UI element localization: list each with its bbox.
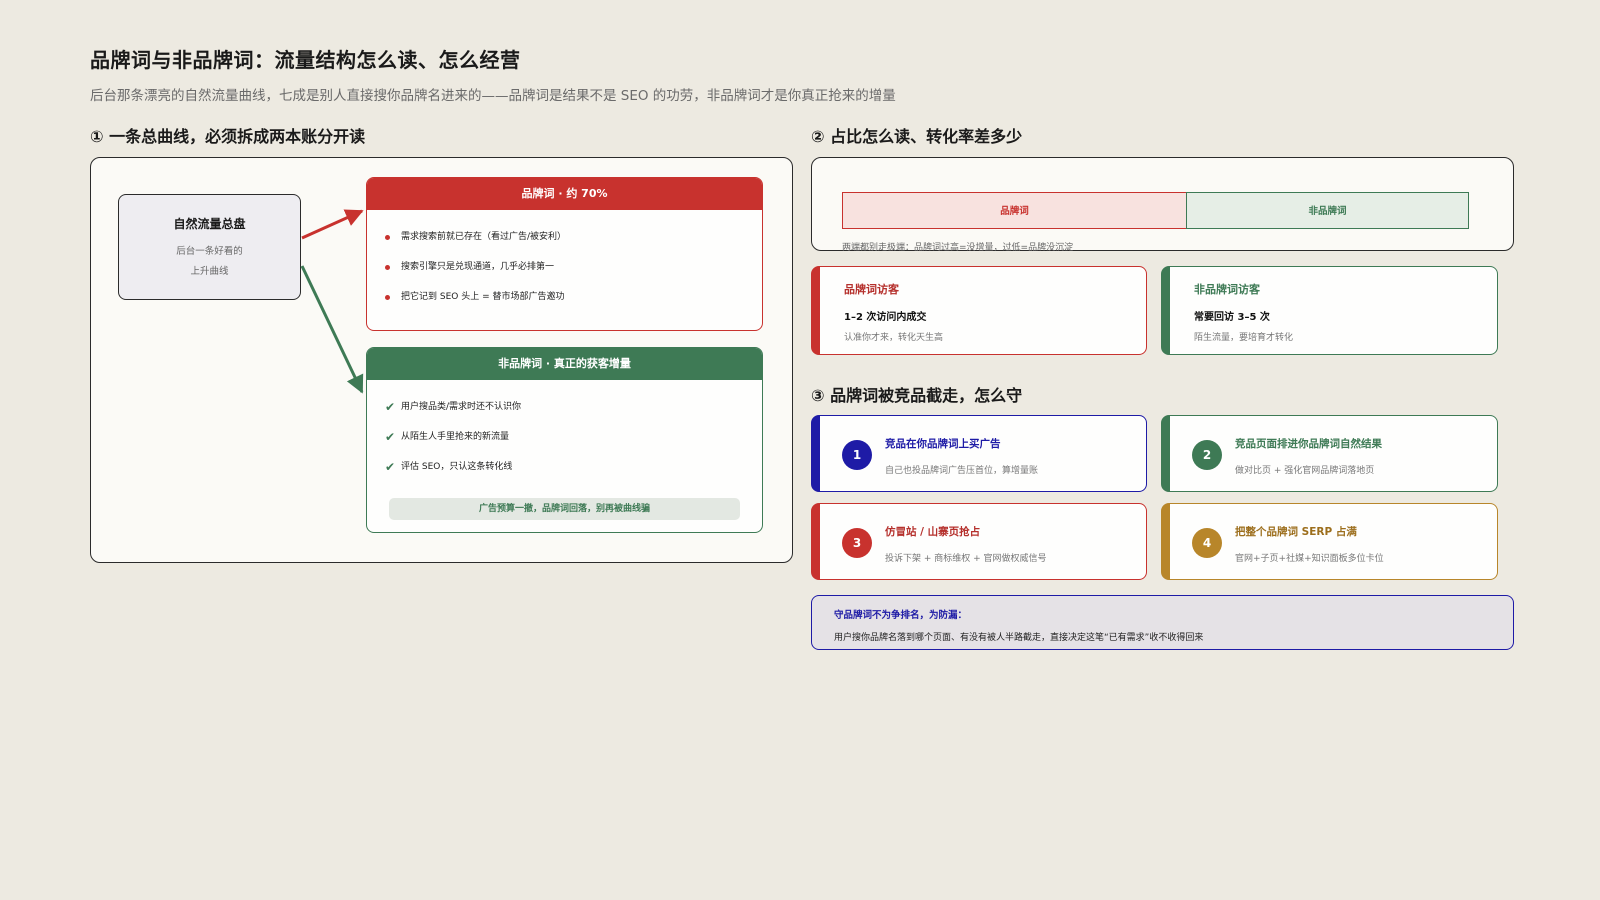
ratio-bar-brand: 品牌词 [842,192,1187,229]
list-item: ✔ 用户搜品类/需求时还不认识你 [385,392,762,422]
summary-text: 用户搜你品牌名落到哪个页面、有没有被人半路截走，直接决定这笔“已有需求”收不收得… [834,633,1204,643]
summary-box: 守品牌词不为争排名，为防漏： 用户搜你品牌名落到哪个页面、有没有被人半路截走，直… [811,595,1514,650]
check-icon: ✔ [385,400,396,414]
list-item: 搜索引擎只是兑现通道，几乎必排第一 [385,252,762,282]
nonbrand-visitor-desc: 陌生流量，要培育才转化 [1194,333,1294,343]
defense-desc: 官网+子页+社媒+知识面板多位卡位 [1235,554,1384,564]
defense-title: 竞品在你品牌词上买广告 [885,438,1001,450]
defense-title: 仿冒站 / 山寨页抢占 [885,526,981,538]
check-icon: ✔ [385,430,396,444]
defense-desc: 投诉下架 + 商标维权 + 官网做权威信号 [885,554,1047,564]
bullet-dot-icon [385,264,390,270]
defense-card-4: 4 把整个品牌词 SERP 占满 官网+子页+社媒+知识面板多位卡位 [1161,503,1498,580]
ratio-bar-nonbrand: 非品牌词 [1186,192,1469,229]
number-badge: 4 [1192,528,1222,558]
section2-title: ② 占比怎么读、转化率差多少 [811,127,1023,146]
brand-visitor-desc: 认准你才来，转化天生高 [844,333,944,343]
list-item: ✔ 从陌生人手里抢来的新流量 [385,422,762,452]
summary-title: 守品牌词不为争排名，为防漏： [834,610,968,621]
brand-header: 品牌词 · 约 70% [367,178,762,210]
list-item: 需求搜索前就已存在（看过广告/被安利） [385,222,762,252]
brand-visitor-title: 品牌词访客 [844,283,899,296]
list-item: 把它记到 SEO 头上 = 替市场部广告邀功 [385,282,762,312]
nonbrand-visitor-card: 非品牌词访客 常要回访 3–5 次 陌生流量，要培育才转化 [1161,266,1498,355]
list-item: ✔ 评估 SEO，只认这条转化线 [385,452,762,482]
arrow-to-nonbrand [300,265,364,394]
defense-card-2: 2 竞品页面排进你品牌词自然结果 做对比页 + 强化官网品牌词落地页 [1161,415,1498,492]
nonbrand-visitor-title: 非品牌词访客 [1194,283,1260,296]
bullet-dot-icon [385,294,390,300]
section3-title: ③ 品牌词被竞品截走，怎么守 [811,386,1023,405]
nonbrand-header: 非品牌词 · 真正的获客增量 [367,348,762,380]
number-badge: 2 [1192,440,1222,470]
number-badge: 3 [842,528,872,558]
defense-desc: 自己也投品牌词广告压首位，算增量账 [885,466,1039,476]
ratio-note: 两端都别走极端：品牌词过高=没增量，过低=品牌没沉淀 [842,243,1074,253]
brand-visitor-card: 品牌词访客 1–2 次访问内成交 认准你才来，转化天生高 [811,266,1147,355]
arrow-to-brand [301,209,364,240]
nonbrand-visitor-main: 常要回访 3–5 次 [1194,312,1270,323]
nonbrand-keyword-box: 非品牌词 · 真正的获客增量 ✔ 用户搜品类/需求时还不认识你 ✔ 从陌生人手里抢来… [366,347,763,533]
defense-desc: 做对比页 + 强化官网品牌词落地页 [1235,466,1375,476]
defense-title: 竞品页面排进你品牌词自然结果 [1235,438,1382,450]
defense-card-3: 3 仿冒站 / 山寨页抢占 投诉下架 + 商标维权 + 官网做权威信号 [811,503,1147,580]
brand-keyword-box: 品牌词 · 约 70% 需求搜索前就已存在（看过广告/被安利） 搜索引擎只是兑现… [366,177,763,331]
check-icon: ✔ [385,460,396,474]
number-badge: 1 [842,440,872,470]
nonbrand-note: 广告预算一撤，品牌词回落，别再被曲线骗 [389,498,740,520]
defense-card-1: 1 竞品在你品牌词上买广告 自己也投品牌词广告压首位，算增量账 [811,415,1147,492]
defense-title: 把整个品牌词 SERP 占满 [1235,526,1357,538]
brand-visitor-main: 1–2 次访问内成交 [844,312,927,323]
bullet-dot-icon [385,234,390,240]
